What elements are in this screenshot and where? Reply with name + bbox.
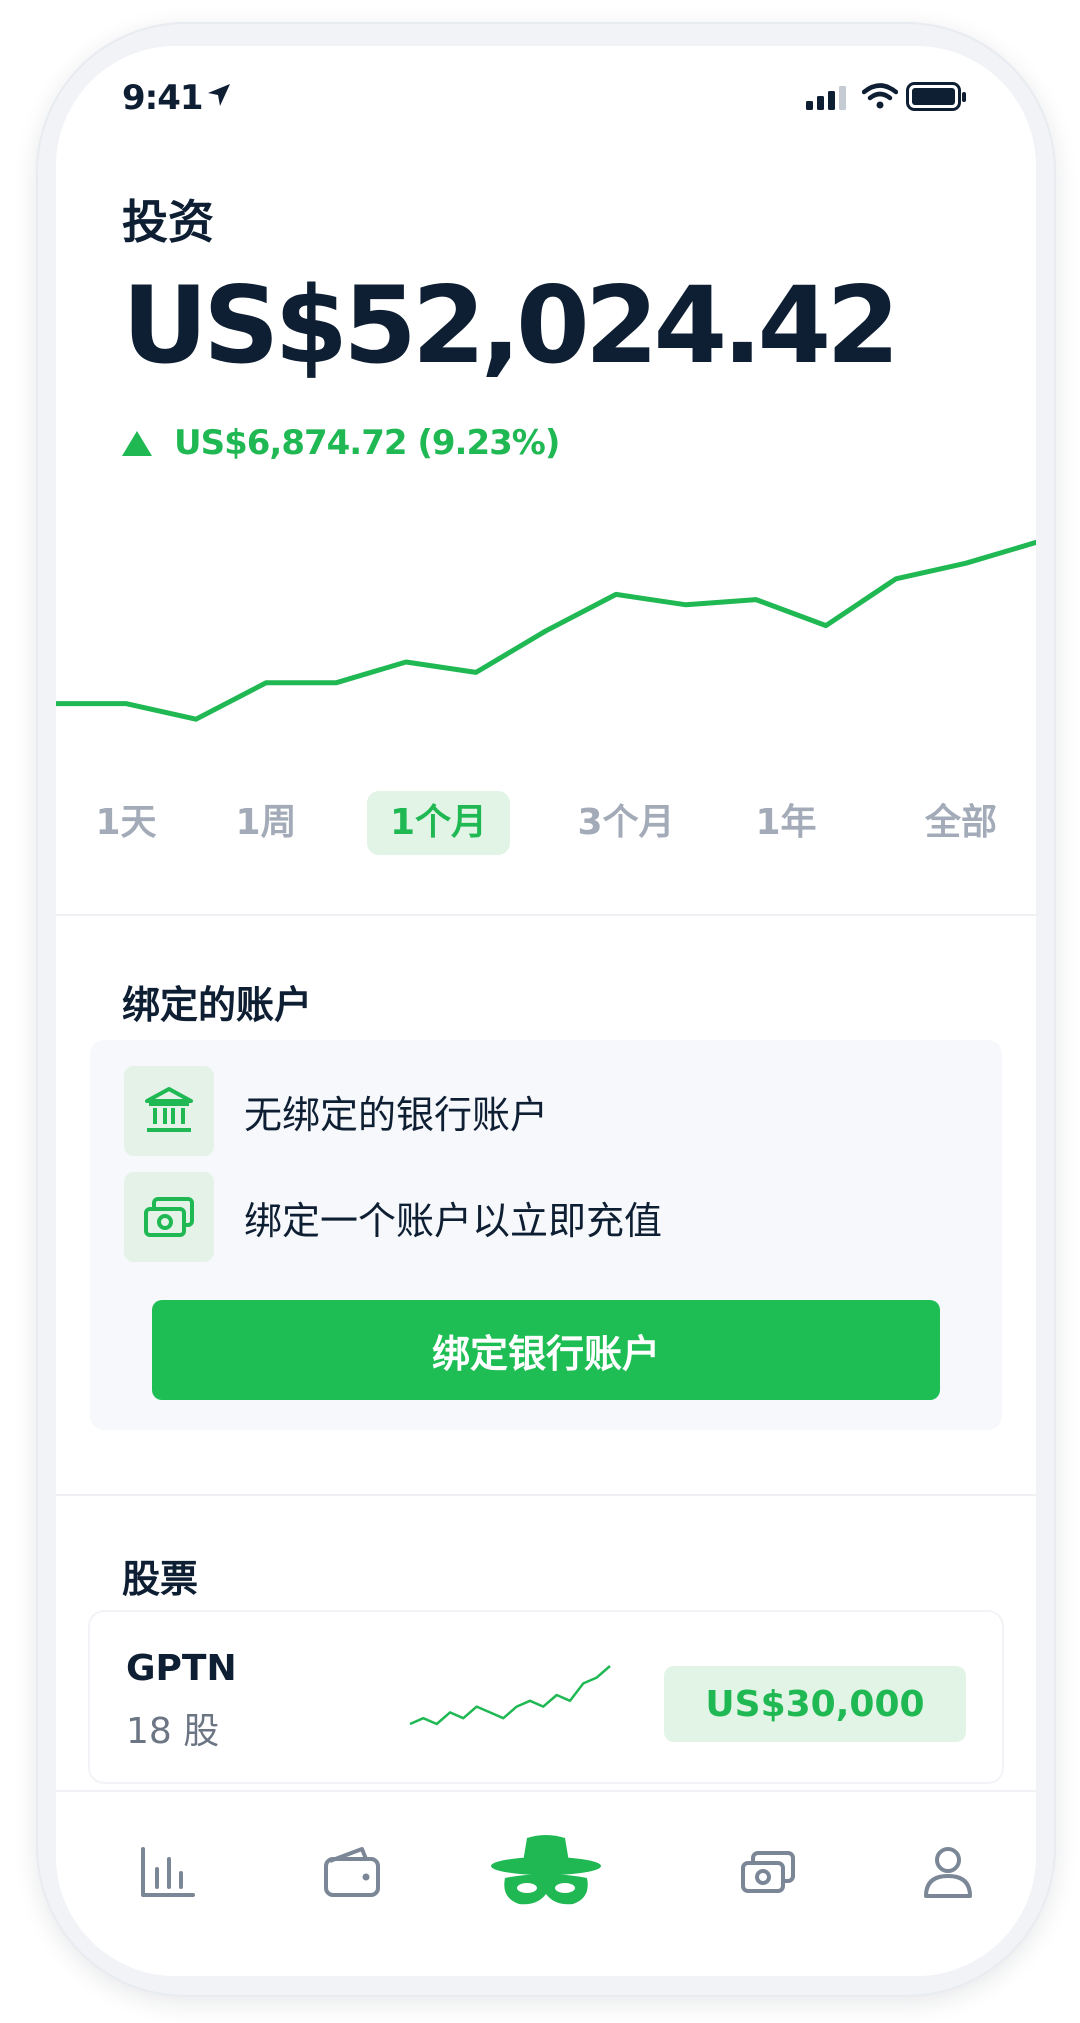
bank-icon [124, 1066, 214, 1156]
tab-cash[interactable] [728, 1832, 808, 1912]
tab-wallet[interactable] [312, 1832, 392, 1912]
status-bar: 9:41 [56, 46, 1036, 146]
tab-investments[interactable] [128, 1832, 208, 1912]
cellular-signal-icon [806, 86, 846, 110]
portfolio-balance: US$52,024.42 [122, 264, 900, 387]
screen: 9:41 投资 US$52,024.42 US$6,874.72 (9.23%) [56, 46, 1036, 1976]
link-bank-account-button[interactable]: 绑定银行账户 [152, 1300, 940, 1400]
divider [56, 914, 1036, 916]
status-time: 9:41 [122, 78, 204, 118]
period-all[interactable]: 全部 [896, 791, 1026, 855]
stocks-title: 股票 [122, 1557, 199, 1601]
battery-icon [906, 82, 966, 111]
bar-chart-icon [141, 1847, 195, 1897]
gain-amount: US$6,874.72 (9.23%) [174, 423, 560, 463]
divider [56, 1494, 1036, 1496]
account-row-topup: 绑定一个账户以立即充值 [124, 1172, 662, 1262]
stock-symbol: GPTN [126, 1648, 237, 1689]
chart-series-line [56, 539, 1036, 722]
period-3m[interactable]: 3个月 [551, 791, 701, 855]
account-row-text: 绑定一个账户以立即充值 [244, 1198, 663, 1243]
tab-incognito[interactable] [486, 1822, 606, 1922]
period-1d[interactable]: 1天 [76, 791, 176, 855]
tab-bar [56, 1790, 1036, 1976]
stock-shares: 18 股 [126, 1711, 220, 1752]
stock-card-gptn[interactable]: GPTN 18 股 US$30,000 [90, 1612, 1002, 1782]
portfolio-chart [56, 539, 1036, 722]
location-arrow-icon [208, 84, 230, 106]
page-title: 投资 [122, 195, 214, 249]
sparkline-series-line [409, 1665, 611, 1726]
stock-sparkline [409, 1665, 611, 1726]
period-1y[interactable]: 1年 [736, 791, 836, 855]
period-1w[interactable]: 1周 [216, 791, 316, 855]
cash-icon [124, 1172, 214, 1262]
account-row-bank: 无绑定的银行账户 [124, 1066, 548, 1156]
incognito-icon [491, 1835, 601, 1905]
triangle-up-icon [122, 430, 152, 456]
tab-profile[interactable] [908, 1832, 988, 1912]
wifi-icon [862, 83, 898, 109]
portfolio-gain: US$6,874.72 (9.23%) [122, 418, 560, 468]
linked-accounts-card: 无绑定的银行账户 绑定一个账户以立即充值 绑定银行账户 [90, 1040, 1002, 1430]
account-row-text: 无绑定的银行账户 [244, 1092, 549, 1137]
user-icon [924, 1847, 972, 1898]
linked-accounts-title: 绑定的账户 [122, 983, 313, 1027]
period-1m[interactable]: 1个月 [367, 791, 510, 855]
wallet-icon [324, 1847, 380, 1897]
stock-value-badge: US$30,000 [664, 1666, 966, 1742]
period-selector: 1天 1周 1个月 3个月 1年 全部 [56, 791, 1036, 855]
cash-icon [741, 1851, 795, 1893]
